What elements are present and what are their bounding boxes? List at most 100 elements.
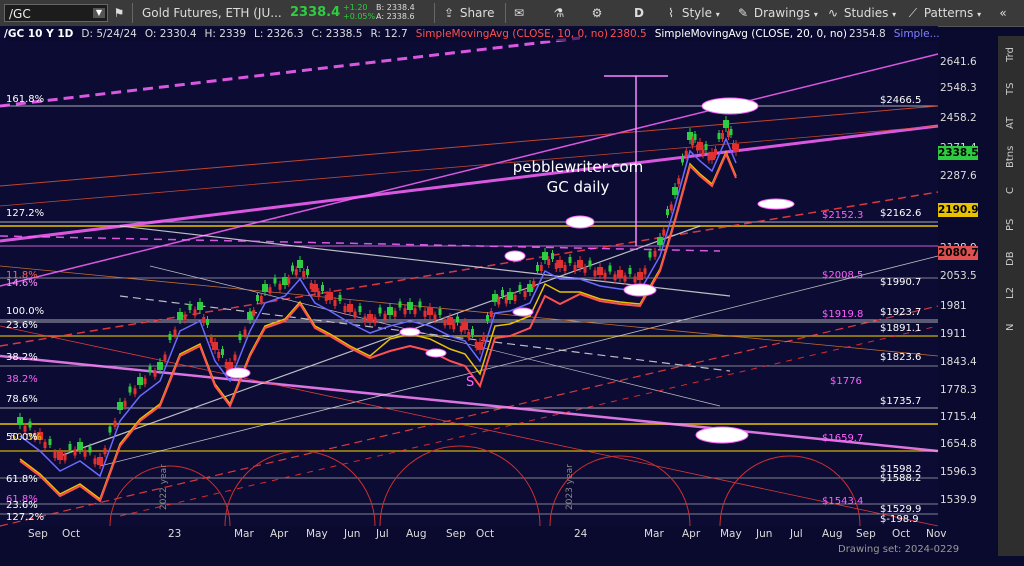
year-label: 2022 year bbox=[159, 464, 169, 510]
candle-body bbox=[157, 362, 163, 370]
price-tick: 1911 bbox=[940, 328, 967, 340]
bar-date: D: 5/24/24 bbox=[81, 28, 137, 40]
candle-body bbox=[557, 260, 563, 268]
candle-body bbox=[447, 317, 453, 325]
tab-c[interactable]: C bbox=[998, 176, 1024, 206]
fib-label-right: $1923.7 bbox=[880, 307, 921, 318]
candle-body bbox=[443, 319, 447, 326]
tab-n[interactable]: N bbox=[998, 312, 1024, 342]
fib-label-right: $2466.5 bbox=[880, 95, 921, 106]
time-tick: May bbox=[306, 528, 328, 540]
candle-body bbox=[433, 314, 437, 321]
change-abs: +1.20 bbox=[343, 3, 368, 12]
target-ellipse bbox=[504, 250, 526, 262]
candle-body bbox=[358, 306, 362, 312]
tab-ps[interactable]: PS bbox=[998, 210, 1024, 240]
email-icon[interactable]: ✉ bbox=[512, 0, 526, 26]
target-ellipse bbox=[623, 283, 657, 297]
candle-body bbox=[278, 283, 282, 290]
tab-btns[interactable]: Btns bbox=[998, 142, 1024, 172]
candle-body bbox=[343, 306, 347, 312]
candle-body bbox=[697, 142, 703, 150]
studies-button[interactable]: ∿ Studies ▾ bbox=[826, 0, 896, 26]
candle-body bbox=[717, 133, 721, 139]
style-icon: ⌇ bbox=[668, 6, 674, 20]
symbol-input[interactable]: /GC ▼ bbox=[4, 4, 108, 22]
candle-body bbox=[623, 275, 627, 282]
target-ellipse bbox=[225, 367, 251, 379]
price-tag: 2338.5 bbox=[938, 146, 979, 160]
candle-body bbox=[256, 295, 259, 301]
candle-body bbox=[282, 277, 288, 285]
candle-body bbox=[143, 378, 147, 385]
price-tick: 1981 bbox=[940, 300, 967, 312]
fib-label-left: 100.0% bbox=[6, 306, 44, 317]
candle-body bbox=[53, 452, 57, 458]
candle-body bbox=[57, 452, 63, 460]
period-button[interactable]: D bbox=[634, 0, 644, 26]
flag-icon[interactable]: ⚑ bbox=[112, 0, 126, 26]
time-tick: Apr bbox=[682, 528, 701, 540]
fib-label-right: $1919.8 bbox=[822, 309, 863, 320]
gear-icon[interactable]: ⚙ bbox=[590, 0, 604, 26]
last-price: 2338.4 bbox=[290, 5, 341, 20]
tab-db[interactable]: DB bbox=[998, 244, 1024, 274]
candle-body bbox=[456, 316, 459, 323]
candle-body bbox=[333, 300, 337, 306]
chevron-down-icon[interactable]: ▼ bbox=[93, 8, 105, 18]
time-tick: May bbox=[720, 528, 742, 540]
fib-label-right: $1588.2 bbox=[880, 473, 921, 484]
candle-body bbox=[693, 134, 697, 140]
patterns-button[interactable]: ⟋ Patterns ▾ bbox=[906, 0, 981, 26]
chart-title: /GC 10 Y 1D bbox=[4, 28, 74, 40]
sma20-label[interactable]: SimpleMovingAvg (CLOSE, 20, 0, no) bbox=[655, 28, 847, 40]
bid: B: 2338.4 bbox=[376, 3, 415, 12]
candle-body bbox=[217, 352, 221, 358]
flask-icon[interactable]: ⚗ bbox=[552, 0, 566, 26]
style-button[interactable]: ⌇ Style ▾ bbox=[664, 0, 720, 26]
candle-body bbox=[729, 129, 733, 135]
tab-l2[interactable]: L2 bbox=[998, 278, 1024, 308]
tab-ts[interactable]: TS bbox=[998, 74, 1024, 104]
sma10-label[interactable]: SimpleMovingAvg (CLOSE, 10, 0, no) bbox=[416, 28, 608, 40]
candle-body bbox=[113, 420, 117, 427]
candle-body bbox=[477, 342, 483, 350]
pencil-icon: ✎ bbox=[737, 6, 749, 20]
candle-body bbox=[418, 301, 422, 308]
time-tick: Jun bbox=[756, 528, 773, 540]
drawings-button[interactable]: ✎ Drawings ▾ bbox=[736, 0, 818, 26]
collapse-icon[interactable]: « bbox=[996, 0, 1010, 26]
candle-body bbox=[238, 334, 242, 340]
candle-body bbox=[438, 309, 442, 315]
fib-label-left: 78.6% bbox=[6, 394, 38, 405]
candle-body bbox=[714, 149, 717, 155]
candle-body bbox=[633, 276, 637, 283]
candle-body bbox=[28, 421, 32, 428]
candle-body bbox=[247, 312, 253, 320]
more-studies[interactable]: Simple... bbox=[894, 28, 940, 40]
price-axis[interactable]: 2641.62548.32458.22371.42287.62128.92053… bbox=[938, 42, 996, 522]
patterns-label: Patterns bbox=[923, 6, 974, 20]
target-ellipse bbox=[701, 97, 759, 115]
candle-body bbox=[603, 272, 607, 279]
fib-label-right: $-198.9 bbox=[880, 514, 919, 525]
fib-label-right: $1776 bbox=[830, 376, 862, 387]
candle-body bbox=[103, 448, 107, 455]
candle-body bbox=[398, 301, 402, 308]
price-tick: 2458.2 bbox=[940, 112, 977, 124]
candle-body bbox=[733, 144, 739, 152]
bar-open: O: 2330.4 bbox=[144, 28, 197, 40]
candle-body bbox=[221, 349, 224, 355]
candle-body bbox=[593, 270, 597, 277]
tab-trd[interactable]: Trd bbox=[998, 40, 1024, 70]
candle-body bbox=[608, 265, 612, 272]
time-axis[interactable]: Sep Oct 23 Mar Apr May Jun Jul Aug Sep Oct 24 Mar Apr… bbox=[0, 528, 947, 542]
fib-label-left: 127.2% bbox=[6, 512, 44, 523]
tab-at[interactable]: AT bbox=[998, 108, 1024, 138]
price-chart[interactable]: pebblewriter.comGC daily161.8%127.2%11.8… bbox=[0, 26, 996, 566]
candle-body bbox=[518, 285, 522, 291]
share-button[interactable]: ⇪ Share bbox=[442, 0, 495, 26]
candle-body bbox=[128, 386, 132, 393]
price-tick: 2287.6 bbox=[940, 170, 977, 182]
drawing-date: Drawing set: 2024-0229 bbox=[838, 544, 960, 555]
